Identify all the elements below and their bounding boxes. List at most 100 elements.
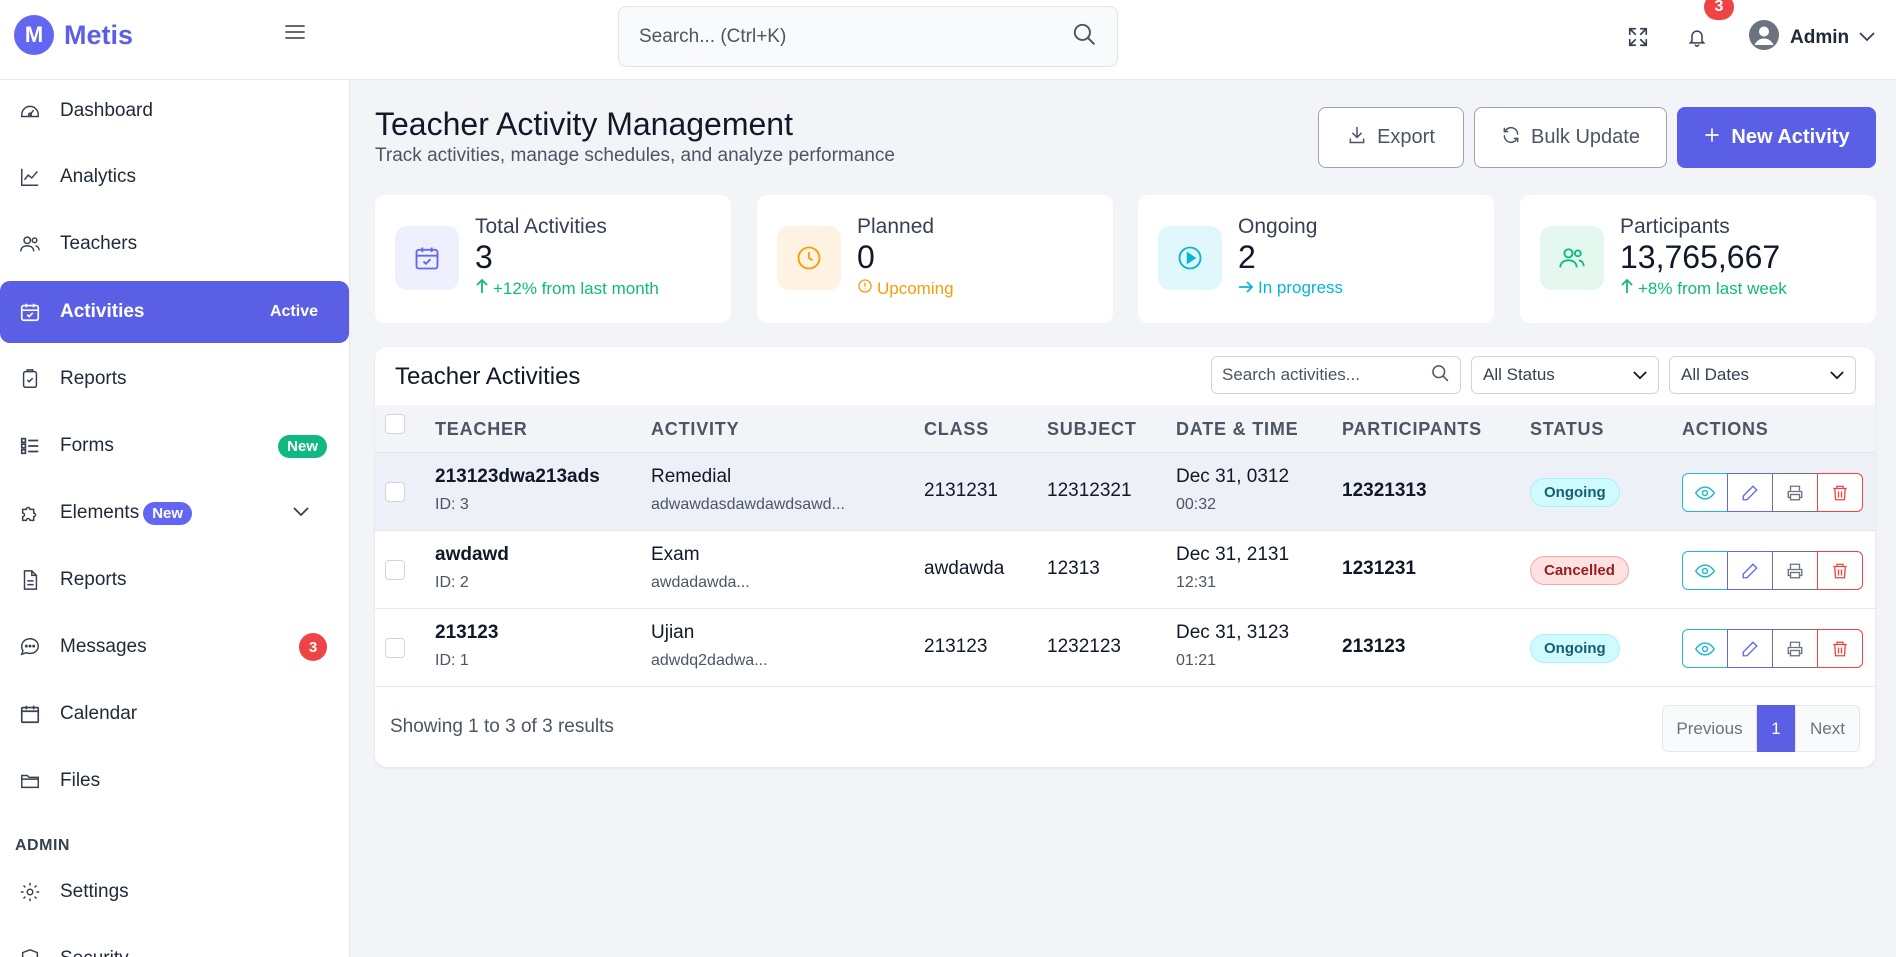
chevron-down-icon[interactable] xyxy=(293,504,309,522)
users-icon xyxy=(1540,226,1604,290)
table-row[interactable]: 213123 ID: 1 Ujian adwdq2dadwa... 213123… xyxy=(375,609,1875,687)
previous-page-button[interactable]: Previous xyxy=(1662,705,1757,752)
logo[interactable]: M Metis xyxy=(14,15,133,55)
status-badge: Cancelled xyxy=(1530,556,1629,585)
stat-label: Ongoing xyxy=(1238,215,1318,238)
sidebar-item-reports[interactable]: Reports xyxy=(0,348,349,410)
select-all-checkbox[interactable] xyxy=(385,414,405,434)
delete-button[interactable] xyxy=(1817,473,1863,512)
alert-circle-icon xyxy=(857,278,873,299)
column-header[interactable]: STATUS xyxy=(1530,419,1604,440)
stat-card-participants: Participants 13,765,667 +8% from last we… xyxy=(1520,195,1876,323)
activity-time: 00:32 xyxy=(1176,496,1217,513)
global-search[interactable] xyxy=(618,6,1118,67)
table-row[interactable]: 213123dwa213ads ID: 3 Remedial adwawdasd… xyxy=(375,453,1875,531)
activity-search[interactable] xyxy=(1211,356,1461,394)
edit-button[interactable] xyxy=(1727,473,1773,512)
row-checkbox[interactable] xyxy=(385,482,405,502)
notification-badge: 3 xyxy=(1704,0,1734,20)
column-header[interactable]: TEACHER xyxy=(435,419,528,440)
play-circle-icon xyxy=(1158,226,1222,290)
logo-mark: M xyxy=(14,15,54,55)
global-search-input[interactable] xyxy=(639,25,1071,48)
bulk-update-button[interactable]: Bulk Update xyxy=(1474,107,1667,168)
new-badge: New xyxy=(278,434,327,458)
activities-table-card: Teacher Activities All Status All Dates … xyxy=(375,347,1875,767)
user-menu[interactable]: Admin xyxy=(1748,19,1875,56)
puzzle-icon xyxy=(18,501,42,525)
new-activity-button[interactable]: New Activity xyxy=(1677,107,1876,168)
sidebar-item-dashboard[interactable]: Dashboard xyxy=(0,80,349,142)
view-button[interactable] xyxy=(1682,551,1728,590)
view-button[interactable] xyxy=(1682,473,1728,512)
sidebar-item-settings[interactable]: Settings xyxy=(0,861,349,923)
column-header[interactable]: DATE & TIME xyxy=(1176,419,1298,440)
edit-button[interactable] xyxy=(1727,551,1773,590)
stat-trend-text: +12% from last month xyxy=(493,278,659,298)
next-page-button[interactable]: Next xyxy=(1795,705,1860,752)
activity-name: Exam xyxy=(651,544,700,565)
activity-date: Dec 31, 3123 xyxy=(1176,622,1290,643)
list-icon xyxy=(18,434,42,458)
column-header[interactable]: SUBJECT xyxy=(1047,419,1137,440)
view-button[interactable] xyxy=(1682,629,1728,668)
search-icon[interactable] xyxy=(1071,21,1097,52)
document-icon xyxy=(18,568,42,592)
status-filter-select[interactable]: All Status xyxy=(1471,356,1659,394)
sidebar-item-calendar[interactable]: Calendar xyxy=(0,683,349,745)
export-button[interactable]: Export xyxy=(1318,107,1464,168)
sidebar-item-analytics[interactable]: Analytics xyxy=(0,146,349,208)
messages-count-badge: 3 xyxy=(299,633,327,661)
stat-label: Total Activities xyxy=(475,215,607,238)
subject-value: 1232123 xyxy=(1047,636,1121,657)
print-button[interactable] xyxy=(1772,629,1818,668)
search-icon[interactable] xyxy=(1430,363,1450,388)
stat-card-planned: Planned 0 Upcoming xyxy=(757,195,1113,323)
column-header[interactable]: PARTICIPANTS xyxy=(1342,419,1482,440)
delete-button[interactable] xyxy=(1817,629,1863,668)
date-filter-select[interactable]: All Dates xyxy=(1669,356,1856,394)
sidebar-item-label: Calendar xyxy=(60,703,138,724)
sidebar-item-forms[interactable]: Forms New xyxy=(0,415,349,477)
sidebar-item-label: Forms xyxy=(60,435,114,456)
fullscreen-icon[interactable] xyxy=(1621,20,1655,54)
stat-value: 0 xyxy=(857,239,875,275)
export-label: Export xyxy=(1377,126,1435,148)
status-badge: Ongoing xyxy=(1530,478,1620,507)
sidebar-item-messages[interactable]: Messages 3 xyxy=(0,616,349,678)
delete-button[interactable] xyxy=(1817,551,1863,590)
row-checkbox[interactable] xyxy=(385,638,405,658)
menu-toggle-icon[interactable] xyxy=(283,20,307,44)
chart-line-icon xyxy=(18,165,42,189)
subject-value: 12313 xyxy=(1047,558,1100,579)
arrow-right-icon xyxy=(1238,278,1254,298)
stat-trend-text: Upcoming xyxy=(877,278,954,298)
print-button[interactable] xyxy=(1772,473,1818,512)
row-actions xyxy=(1682,551,1863,590)
sidebar-item-files[interactable]: Files xyxy=(0,750,349,812)
sidebar-item-label: Activities xyxy=(60,301,145,322)
edit-button[interactable] xyxy=(1727,629,1773,668)
bulk-update-label: Bulk Update xyxy=(1531,126,1640,148)
sidebar-item-activities[interactable]: Activities Active xyxy=(0,281,349,343)
table-row[interactable]: awdawd ID: 2 Exam awdadawda... awdawda 1… xyxy=(375,531,1875,609)
bell-icon[interactable] xyxy=(1680,20,1714,54)
activity-description: awdadawda... xyxy=(651,574,750,591)
sidebar-item-elements[interactable]: Elements New xyxy=(0,482,349,544)
activity-time: 12:31 xyxy=(1176,574,1217,591)
activity-search-input[interactable] xyxy=(1222,365,1430,385)
user-name: Admin xyxy=(1790,26,1850,48)
sidebar-item-label: Settings xyxy=(60,881,129,902)
column-header[interactable]: CLASS xyxy=(924,419,989,440)
row-checkbox[interactable] xyxy=(385,560,405,580)
sidebar-item-reports-2[interactable]: Reports xyxy=(0,549,349,611)
sidebar-item-security[interactable]: Security xyxy=(0,928,349,957)
sidebar-item-teachers[interactable]: Teachers xyxy=(0,213,349,275)
column-header[interactable]: ACTIVITY xyxy=(651,419,739,440)
print-button[interactable] xyxy=(1772,551,1818,590)
table-title: Teacher Activities xyxy=(395,363,581,390)
page-number-button[interactable]: 1 xyxy=(1757,705,1795,752)
stat-trend-text: +8% from last week xyxy=(1638,278,1787,298)
participants-value: 12321313 xyxy=(1342,480,1427,501)
teacher-id: ID: 2 xyxy=(435,574,469,591)
